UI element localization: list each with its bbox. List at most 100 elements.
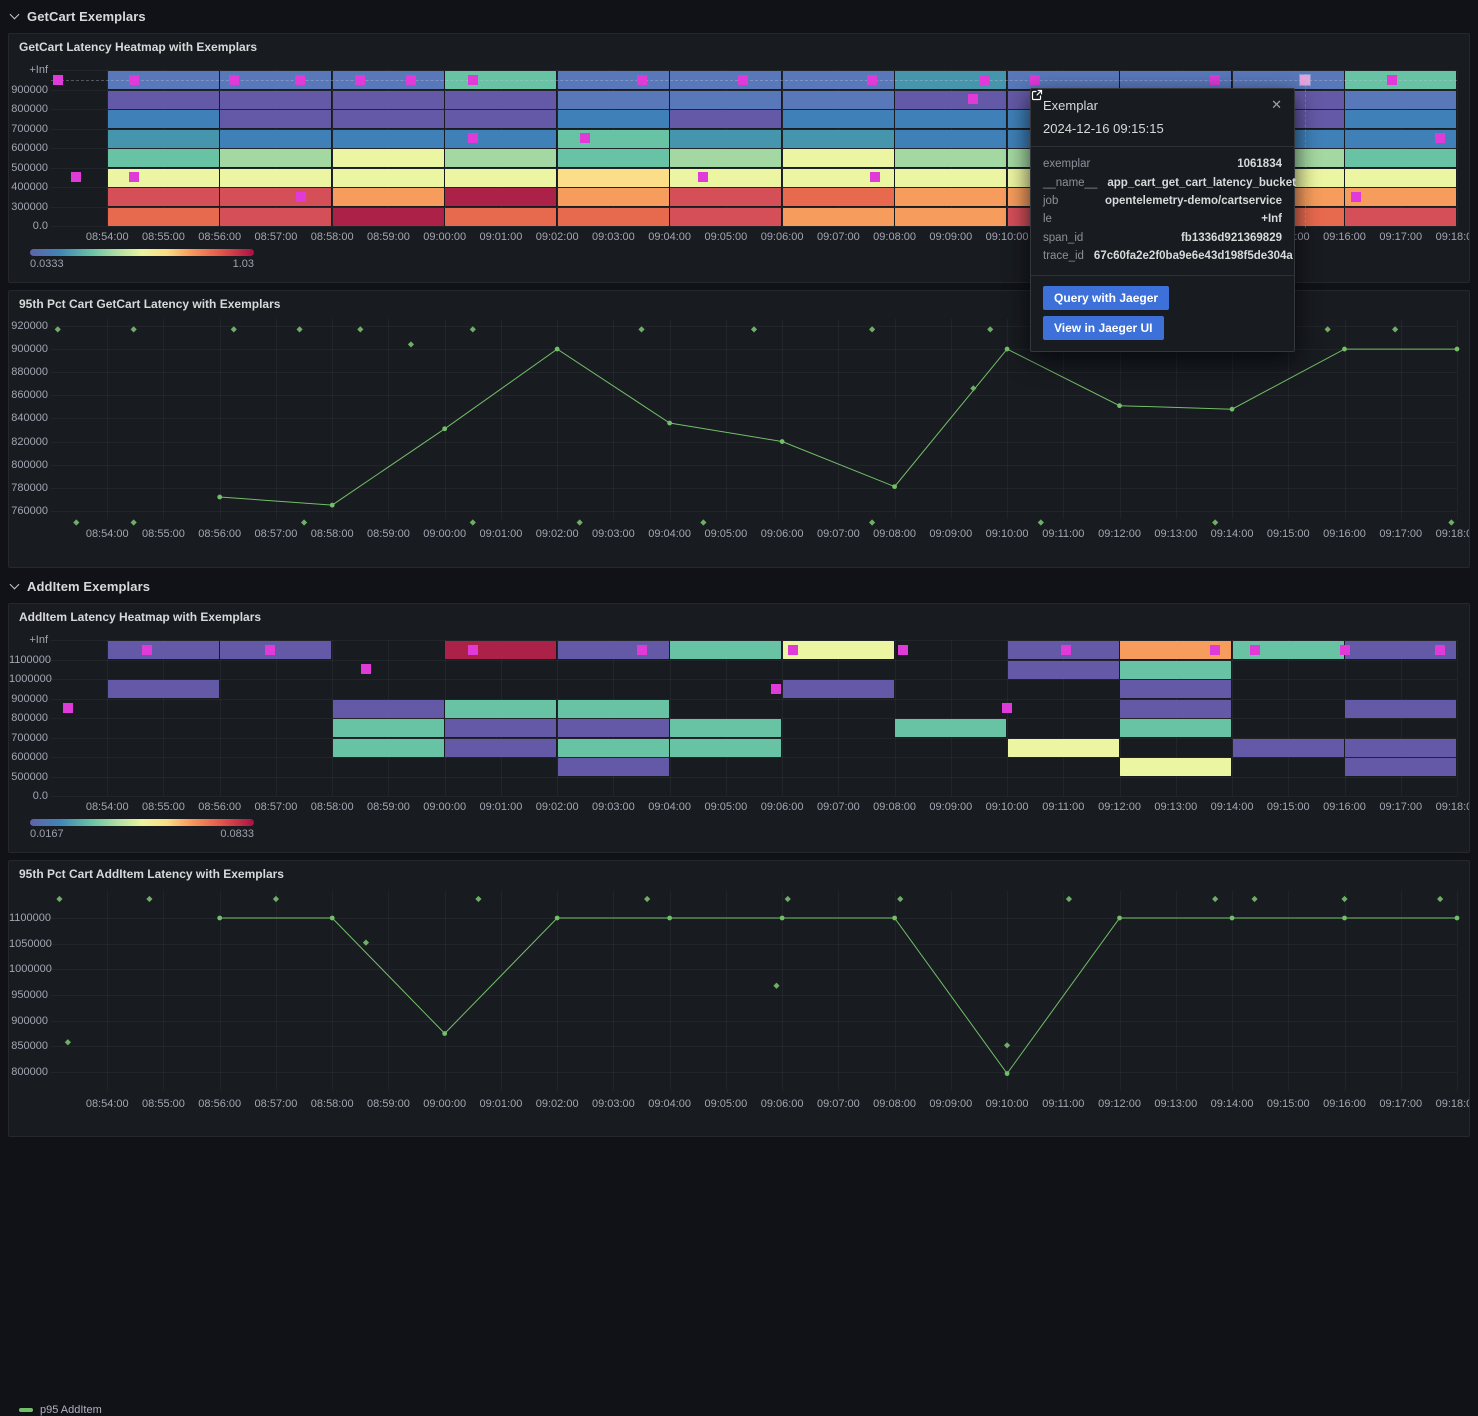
exemplar-marker[interactable] — [129, 75, 139, 85]
exemplar-diamond[interactable] — [644, 896, 650, 902]
exemplar-diamond[interactable] — [970, 385, 976, 391]
exemplar-marker[interactable] — [1002, 703, 1012, 713]
exemplar-diamond[interactable] — [296, 326, 302, 332]
exemplar-marker[interactable] — [1030, 75, 1040, 85]
data-point[interactable] — [1342, 916, 1347, 921]
data-point[interactable] — [667, 916, 672, 921]
panel-title[interactable]: 95th Pct Cart AddItem Latency with Exemp… — [19, 867, 284, 881]
exemplar-diamond[interactable] — [1325, 326, 1331, 332]
exemplar-diamond[interactable] — [146, 896, 152, 902]
exemplar-marker[interactable] — [468, 133, 478, 143]
data-point[interactable] — [217, 495, 222, 500]
exemplar-diamond[interactable] — [1448, 519, 1454, 525]
exemplar-diamond[interactable] — [131, 519, 137, 525]
data-point[interactable] — [1455, 916, 1460, 921]
data-point[interactable] — [1117, 916, 1122, 921]
exemplar-marker[interactable] — [867, 75, 877, 85]
exemplar-diamond[interactable] — [231, 326, 237, 332]
data-point[interactable] — [1230, 916, 1235, 921]
exemplar-marker[interactable] — [637, 75, 647, 85]
exemplar-marker[interactable] — [1250, 645, 1260, 655]
exemplar-marker[interactable] — [1210, 75, 1220, 85]
exemplar-diamond[interactable] — [869, 326, 875, 332]
exemplar-marker[interactable] — [1435, 133, 1445, 143]
exemplar-marker-selected[interactable] — [1300, 75, 1310, 85]
exemplar-marker[interactable] — [129, 172, 139, 182]
exemplar-marker[interactable] — [53, 75, 63, 85]
exemplar-diamond[interactable] — [700, 519, 706, 525]
exemplar-marker[interactable] — [738, 75, 748, 85]
exemplar-diamond[interactable] — [470, 519, 476, 525]
data-point[interactable] — [780, 439, 785, 444]
exemplar-diamond[interactable] — [1341, 896, 1347, 902]
exemplar-diamond[interactable] — [357, 326, 363, 332]
data-point[interactable] — [1005, 347, 1010, 352]
exemplar-marker[interactable] — [968, 94, 978, 104]
exemplar-diamond[interactable] — [1437, 896, 1443, 902]
exemplar-diamond[interactable] — [1251, 896, 1257, 902]
exemplar-marker[interactable] — [142, 645, 152, 655]
exemplar-diamond[interactable] — [131, 326, 137, 332]
exemplar-marker[interactable] — [980, 75, 990, 85]
data-point[interactable] — [555, 916, 560, 921]
exemplar-marker[interactable] — [295, 75, 305, 85]
exemplar-diamond[interactable] — [1004, 1042, 1010, 1048]
exemplar-marker[interactable] — [71, 172, 81, 182]
exemplar-marker[interactable] — [468, 75, 478, 85]
exemplar-marker[interactable] — [296, 192, 306, 202]
exemplar-marker[interactable] — [1061, 645, 1071, 655]
section-header-additem-exemplars[interactable]: AddItem Exemplars — [8, 574, 1470, 598]
exemplar-diamond[interactable] — [773, 983, 779, 989]
data-point[interactable] — [892, 916, 897, 921]
panel-title[interactable]: GetCart Latency Heatmap with Exemplars — [19, 40, 257, 54]
data-point[interactable] — [330, 916, 335, 921]
exemplar-diamond[interactable] — [301, 519, 307, 525]
exemplar-diamond[interactable] — [869, 519, 875, 525]
data-point[interactable] — [1455, 347, 1460, 352]
exemplar-marker[interactable] — [1387, 75, 1397, 85]
exemplar-marker[interactable] — [1351, 192, 1361, 202]
data-point[interactable] — [442, 1031, 447, 1036]
exemplar-diamond[interactable] — [987, 326, 993, 332]
data-point[interactable] — [1117, 403, 1122, 408]
exemplar-marker[interactable] — [788, 645, 798, 655]
exemplar-diamond[interactable] — [751, 326, 757, 332]
exemplar-diamond[interactable] — [408, 341, 414, 347]
exemplar-marker[interactable] — [1340, 645, 1350, 655]
exemplar-marker[interactable] — [698, 172, 708, 182]
exemplar-marker[interactable] — [229, 75, 239, 85]
data-point[interactable] — [1342, 347, 1347, 352]
exemplar-marker[interactable] — [637, 645, 647, 655]
exemplar-marker[interactable] — [1210, 645, 1220, 655]
data-point[interactable] — [442, 426, 447, 431]
data-point[interactable] — [217, 916, 222, 921]
exemplar-marker[interactable] — [870, 172, 880, 182]
data-point[interactable] — [1230, 407, 1235, 412]
exemplar-diamond[interactable] — [470, 326, 476, 332]
exemplar-diamond[interactable] — [785, 896, 791, 902]
data-point[interactable] — [555, 347, 560, 352]
close-icon[interactable]: ✕ — [1271, 98, 1282, 111]
exemplar-marker[interactable] — [63, 703, 73, 713]
exemplar-diamond[interactable] — [1392, 326, 1398, 332]
data-point[interactable] — [892, 484, 897, 489]
panel-title[interactable]: 95th Pct Cart GetCart Latency with Exemp… — [19, 297, 280, 311]
exemplar-diamond[interactable] — [363, 940, 369, 946]
data-point[interactable] — [1005, 1071, 1010, 1076]
exemplar-diamond[interactable] — [475, 896, 481, 902]
exemplar-marker[interactable] — [771, 684, 781, 694]
exemplar-diamond[interactable] — [1038, 519, 1044, 525]
exemplar-diamond[interactable] — [897, 896, 903, 902]
exemplar-marker[interactable] — [898, 645, 908, 655]
exemplar-diamond[interactable] — [55, 326, 61, 332]
data-point[interactable] — [667, 421, 672, 426]
exemplar-marker[interactable] — [580, 133, 590, 143]
exemplar-diamond[interactable] — [273, 896, 279, 902]
exemplar-diamond[interactable] — [65, 1039, 71, 1045]
exemplar-diamond[interactable] — [56, 896, 62, 902]
exemplar-diamond[interactable] — [638, 326, 644, 332]
exemplar-diamond[interactable] — [577, 519, 583, 525]
section-header-getcart-exemplars[interactable]: GetCart Exemplars — [8, 4, 1470, 28]
panel-title[interactable]: AddItem Latency Heatmap with Exemplars — [19, 610, 261, 624]
data-point[interactable] — [780, 916, 785, 921]
